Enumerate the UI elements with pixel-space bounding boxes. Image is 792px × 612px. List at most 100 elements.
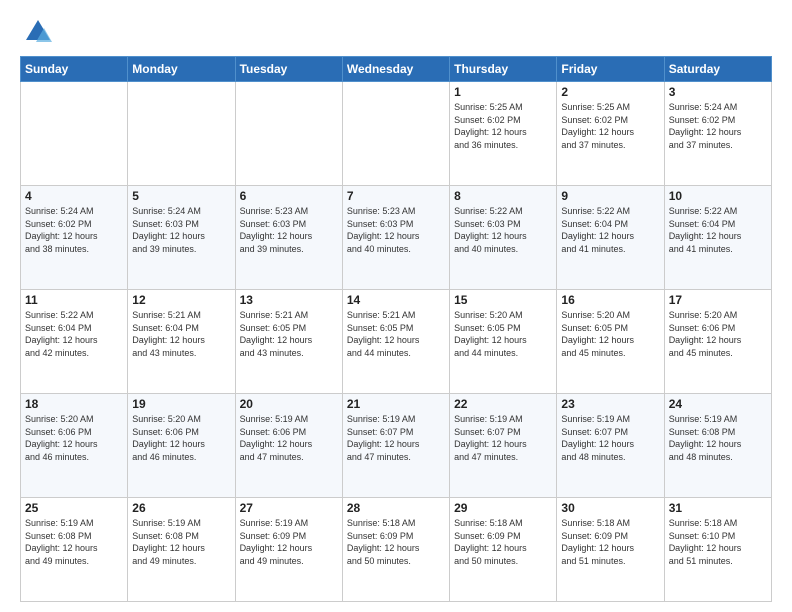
calendar-cell [128,82,235,186]
day-number: 8 [454,189,552,203]
day-number: 13 [240,293,338,307]
calendar-cell: 10 Sunrise: 5:22 AM Sunset: 6:04 PM Dayli… [664,186,771,290]
calendar-cell: 16 Sunrise: 5:20 AM Sunset: 6:05 PM Dayli… [557,290,664,394]
weekday-header-saturday: Saturday [664,57,771,82]
day-info: Sunrise: 5:24 AM Sunset: 6:02 PM Dayligh… [669,101,767,151]
calendar-cell: 15 Sunrise: 5:20 AM Sunset: 6:05 PM Dayli… [450,290,557,394]
calendar-cell: 3 Sunrise: 5:24 AM Sunset: 6:02 PM Daylig… [664,82,771,186]
day-info: Sunrise: 5:19 AM Sunset: 6:08 PM Dayligh… [25,517,123,567]
day-info: Sunrise: 5:20 AM Sunset: 6:05 PM Dayligh… [454,309,552,359]
day-number: 18 [25,397,123,411]
day-info: Sunrise: 5:18 AM Sunset: 6:09 PM Dayligh… [561,517,659,567]
calendar-cell: 14 Sunrise: 5:21 AM Sunset: 6:05 PM Dayli… [342,290,449,394]
day-info: Sunrise: 5:21 AM Sunset: 6:05 PM Dayligh… [240,309,338,359]
day-number: 21 [347,397,445,411]
day-number: 23 [561,397,659,411]
day-number: 3 [669,85,767,99]
calendar-cell: 5 Sunrise: 5:24 AM Sunset: 6:03 PM Daylig… [128,186,235,290]
weekday-header-wednesday: Wednesday [342,57,449,82]
day-number: 2 [561,85,659,99]
day-number: 26 [132,501,230,515]
calendar-cell: 1 Sunrise: 5:25 AM Sunset: 6:02 PM Daylig… [450,82,557,186]
calendar-cell [235,82,342,186]
day-info: Sunrise: 5:18 AM Sunset: 6:09 PM Dayligh… [347,517,445,567]
day-number: 15 [454,293,552,307]
page: SundayMondayTuesdayWednesdayThursdayFrid… [0,0,792,612]
calendar-cell: 2 Sunrise: 5:25 AM Sunset: 6:02 PM Daylig… [557,82,664,186]
day-info: Sunrise: 5:19 AM Sunset: 6:07 PM Dayligh… [347,413,445,463]
calendar-cell: 9 Sunrise: 5:22 AM Sunset: 6:04 PM Daylig… [557,186,664,290]
day-info: Sunrise: 5:19 AM Sunset: 6:08 PM Dayligh… [669,413,767,463]
day-number: 1 [454,85,552,99]
day-info: Sunrise: 5:20 AM Sunset: 6:06 PM Dayligh… [132,413,230,463]
calendar-cell: 27 Sunrise: 5:19 AM Sunset: 6:09 PM Dayli… [235,498,342,602]
calendar-cell: 26 Sunrise: 5:19 AM Sunset: 6:08 PM Dayli… [128,498,235,602]
day-number: 10 [669,189,767,203]
calendar-cell: 24 Sunrise: 5:19 AM Sunset: 6:08 PM Dayli… [664,394,771,498]
calendar-cell: 28 Sunrise: 5:18 AM Sunset: 6:09 PM Dayli… [342,498,449,602]
day-info: Sunrise: 5:22 AM Sunset: 6:04 PM Dayligh… [669,205,767,255]
calendar-cell: 4Sunrise: 5:24 AM Sunset: 6:02 PM Daylig… [21,186,128,290]
logo-icon [24,18,52,46]
day-number: 30 [561,501,659,515]
day-info: Sunrise: 5:19 AM Sunset: 6:07 PM Dayligh… [561,413,659,463]
weekday-header-row: SundayMondayTuesdayWednesdayThursdayFrid… [21,57,772,82]
day-number: 19 [132,397,230,411]
week-row-4: 18 Sunrise: 5:20 AM Sunset: 6:06 PM Dayli… [21,394,772,498]
day-number: 28 [347,501,445,515]
calendar-cell: 13 Sunrise: 5:21 AM Sunset: 6:05 PM Dayli… [235,290,342,394]
day-info: Sunrise: 5:25 AM Sunset: 6:02 PM Dayligh… [454,101,552,151]
weekday-header-monday: Monday [128,57,235,82]
day-info: Sunrise: 5:22 AM Sunset: 6:04 PM Dayligh… [25,309,123,359]
day-number: 11 [25,293,123,307]
weekday-header-sunday: Sunday [21,57,128,82]
day-info: Sunrise: 5:22 AM Sunset: 6:04 PM Dayligh… [561,205,659,255]
calendar-cell: 8 Sunrise: 5:22 AM Sunset: 6:03 PM Daylig… [450,186,557,290]
day-number: 29 [454,501,552,515]
day-info: Sunrise: 5:19 AM Sunset: 6:08 PM Dayligh… [132,517,230,567]
weekday-header-thursday: Thursday [450,57,557,82]
day-info: Sunrise: 5:20 AM Sunset: 6:05 PM Dayligh… [561,309,659,359]
calendar-cell: 19 Sunrise: 5:20 AM Sunset: 6:06 PM Dayli… [128,394,235,498]
day-number: 24 [669,397,767,411]
calendar-cell: 31Sunrise: 5:18 AM Sunset: 6:10 PM Dayli… [664,498,771,602]
day-info: Sunrise: 5:23 AM Sunset: 6:03 PM Dayligh… [347,205,445,255]
day-info: Sunrise: 5:20 AM Sunset: 6:06 PM Dayligh… [669,309,767,359]
day-number: 7 [347,189,445,203]
day-info: Sunrise: 5:19 AM Sunset: 6:06 PM Dayligh… [240,413,338,463]
day-info: Sunrise: 5:19 AM Sunset: 6:07 PM Dayligh… [454,413,552,463]
week-row-3: 11 Sunrise: 5:22 AM Sunset: 6:04 PM Dayli… [21,290,772,394]
logo [20,18,52,46]
day-info: Sunrise: 5:19 AM Sunset: 6:09 PM Dayligh… [240,517,338,567]
calendar-cell [21,82,128,186]
day-number: 22 [454,397,552,411]
calendar-cell: 7 Sunrise: 5:23 AM Sunset: 6:03 PM Daylig… [342,186,449,290]
day-number: 27 [240,501,338,515]
calendar-cell: 25 Sunrise: 5:19 AM Sunset: 6:08 PM Dayli… [21,498,128,602]
day-info: Sunrise: 5:21 AM Sunset: 6:04 PM Dayligh… [132,309,230,359]
day-number: 6 [240,189,338,203]
day-number: 5 [132,189,230,203]
day-number: 16 [561,293,659,307]
day-number: 14 [347,293,445,307]
calendar-cell: 11 Sunrise: 5:22 AM Sunset: 6:04 PM Dayli… [21,290,128,394]
day-info: Sunrise: 5:24 AM Sunset: 6:03 PM Dayligh… [132,205,230,255]
calendar-cell: 22 Sunrise: 5:19 AM Sunset: 6:07 PM Dayli… [450,394,557,498]
day-info: Sunrise: 5:25 AM Sunset: 6:02 PM Dayligh… [561,101,659,151]
calendar-cell: 18Sunrise: 5:20 AM Sunset: 6:06 PM Dayli… [21,394,128,498]
weekday-header-tuesday: Tuesday [235,57,342,82]
day-number: 9 [561,189,659,203]
calendar-cell: 23 Sunrise: 5:19 AM Sunset: 6:07 PM Dayli… [557,394,664,498]
calendar-cell: 30 Sunrise: 5:18 AM Sunset: 6:09 PM Dayli… [557,498,664,602]
day-number: 25 [25,501,123,515]
calendar-cell [342,82,449,186]
calendar-cell: 20Sunrise: 5:19 AM Sunset: 6:06 PM Dayli… [235,394,342,498]
day-info: Sunrise: 5:23 AM Sunset: 6:03 PM Dayligh… [240,205,338,255]
day-number: 17 [669,293,767,307]
day-info: Sunrise: 5:18 AM Sunset: 6:10 PM Dayligh… [669,517,767,567]
calendar-table: SundayMondayTuesdayWednesdayThursdayFrid… [20,56,772,602]
calendar-cell: 21 Sunrise: 5:19 AM Sunset: 6:07 PM Dayli… [342,394,449,498]
day-info: Sunrise: 5:22 AM Sunset: 6:03 PM Dayligh… [454,205,552,255]
day-info: Sunrise: 5:21 AM Sunset: 6:05 PM Dayligh… [347,309,445,359]
week-row-1: 1 Sunrise: 5:25 AM Sunset: 6:02 PM Daylig… [21,82,772,186]
